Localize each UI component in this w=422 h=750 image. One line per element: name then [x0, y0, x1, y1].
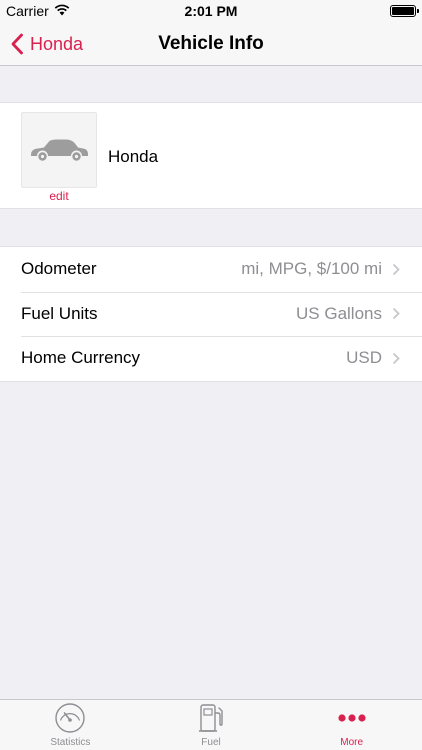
tab-label: More [340, 737, 364, 748]
status-bar: Carrier 2:01 PM [0, 0, 422, 22]
car-icon [31, 139, 88, 161]
home-currency-row[interactable]: Home Currency USD [0, 336, 422, 381]
tab-statistics[interactable]: Statistics [0, 700, 141, 750]
status-time: 2:01 PM [184, 3, 238, 19]
more-dots-icon [338, 714, 366, 722]
odometer-row[interactable]: Odometer mi, MPG, $/100 mi [0, 247, 422, 292]
setting-label: Odometer [21, 259, 97, 279]
tab-fuel[interactable]: Fuel [141, 700, 282, 750]
tab-label: Statistics [50, 737, 91, 748]
vehicle-name: Honda [108, 147, 159, 166]
chevron-right-icon [392, 263, 400, 275]
setting-label: Fuel Units [21, 303, 98, 323]
setting-value: US Gallons [296, 303, 382, 323]
back-button-label: Honda [30, 33, 84, 54]
chevron-right-icon [392, 308, 400, 320]
tab-bar: Statistics Fuel More [0, 699, 422, 750]
edit-photo-link[interactable]: edit [21, 189, 97, 203]
vehicle-photo[interactable] [21, 112, 97, 188]
fuel-units-row[interactable]: Fuel Units US Gallons [0, 291, 422, 337]
battery-icon [390, 5, 419, 17]
speedometer-icon [55, 703, 86, 733]
vehicle-section: edit Honda [0, 102, 422, 209]
setting-label: Home Currency [21, 348, 141, 368]
chevron-left-icon [11, 33, 23, 55]
chevron-right-icon [392, 352, 400, 364]
back-button[interactable]: Honda [10, 22, 83, 66]
setting-value: USD [346, 348, 382, 368]
setting-value: mi, MPG, $/100 mi [241, 259, 382, 279]
tab-label: Fuel [201, 737, 221, 748]
navigation-bar: Vehicle Info Honda [0, 22, 422, 66]
tab-more[interactable]: More [281, 700, 422, 750]
fuel-pump-icon [199, 704, 223, 732]
settings-list: Odometer mi, MPG, $/100 mi Fuel Units US… [0, 246, 422, 382]
